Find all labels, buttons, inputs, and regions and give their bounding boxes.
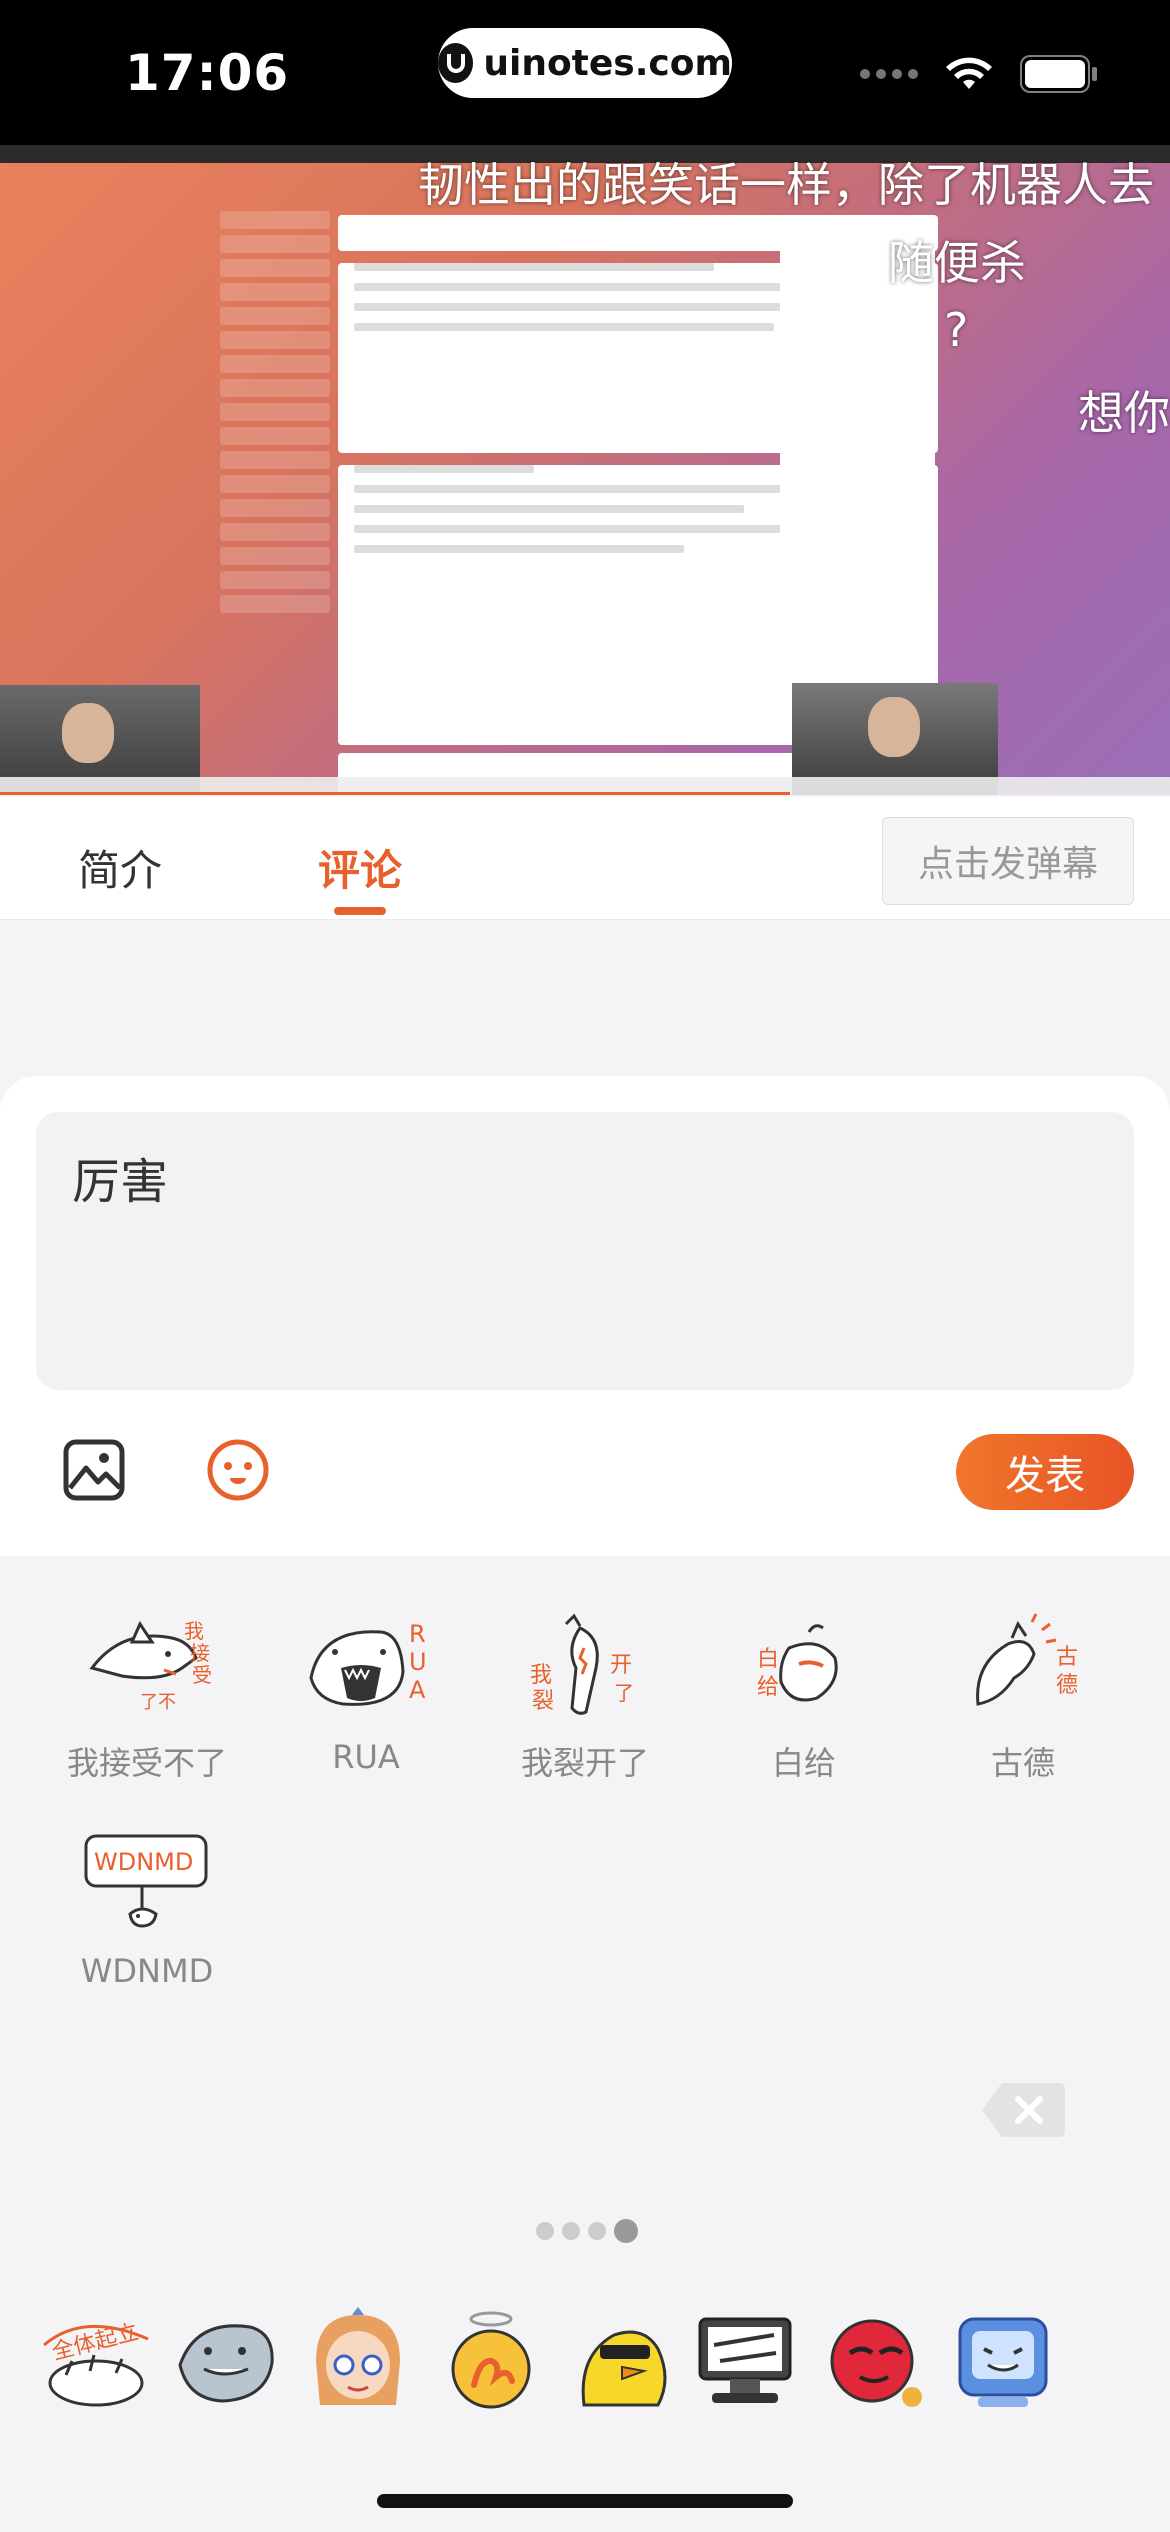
svg-text:U: U	[409, 1648, 427, 1676]
status-bar: 17:06 uinotes.com	[0, 0, 1170, 145]
sticker-label: WDNMD	[80, 1952, 214, 1990]
danmaku-text: 想你	[1078, 386, 1170, 440]
svg-text:德: 德	[1056, 1673, 1078, 1698]
send-danmaku-button[interactable]: 点击发弹幕	[882, 817, 1134, 905]
svg-text:A: A	[409, 1676, 426, 1704]
duck-pack-icon[interactable]	[566, 2305, 676, 2415]
red-ball-pack-icon[interactable]	[820, 2305, 930, 2415]
comment-input-text: 厉害	[72, 1154, 169, 1210]
tv-pack-icon[interactable]	[948, 2305, 1058, 2415]
url-pill[interactable]: uinotes.com	[438, 28, 732, 98]
image-picker-icon[interactable]	[62, 1438, 126, 1502]
svg-text:我: 我	[184, 1619, 204, 1643]
svg-text:受: 受	[192, 1663, 212, 1687]
wifi-icon	[946, 57, 992, 89]
svg-text:裂: 裂	[532, 1689, 554, 1714]
comment-panel: 厉害 发表	[0, 1076, 1170, 1556]
emoji-picker-icon[interactable]	[206, 1438, 270, 1502]
all-up-pack-icon[interactable]: 全体起立	[36, 2305, 149, 2415]
svg-text:了: 了	[614, 1681, 634, 1705]
sticker-label: RUA	[332, 1738, 400, 1776]
svg-text:开: 开	[610, 1653, 632, 1678]
svg-text:白: 白	[757, 1647, 779, 1672]
comment-input[interactable]: 厉害	[36, 1112, 1134, 1390]
clock: 17:06	[125, 44, 290, 102]
sticker-item[interactable]: 古 德 古德	[923, 1608, 1123, 1784]
halo-pack-icon[interactable]	[436, 2305, 546, 2415]
sticker-label: 白给	[771, 1744, 836, 1782]
svg-text:WDNMD: WDNMD	[94, 1848, 193, 1876]
send-comment-button[interactable]: 发表	[956, 1434, 1134, 1510]
danmaku-text: ?	[944, 303, 969, 357]
battery-icon	[1020, 55, 1097, 93]
svg-text:接: 接	[190, 1641, 210, 1665]
shark-rua-sticker-icon: R U A	[309, 1620, 427, 1706]
tab-bar: 简介 评论 点击发弹幕	[0, 797, 1170, 920]
video-progress-bar[interactable]	[0, 792, 790, 795]
sticker-item[interactable]: R U A RUA	[266, 1608, 466, 1776]
sticker-label: 我接受不了	[66, 1744, 227, 1782]
tab-intro[interactable]: 简介	[78, 837, 162, 898]
site-logo-icon	[438, 43, 474, 83]
video-right-column-graphic	[780, 245, 935, 679]
backspace-icon[interactable]	[980, 2081, 1066, 2139]
girl-pack-icon[interactable]	[302, 2305, 412, 2415]
status-icons	[860, 55, 1100, 93]
svg-text:R: R	[409, 1620, 426, 1648]
shark-free-sticker-icon: 白 给	[757, 1624, 838, 1702]
sticker-item[interactable]: 白 给 白给	[704, 1608, 904, 1784]
video-player[interactable]: 韧性出的跟笑话一样，除了机器人去 随便杀 ? 想你	[0, 145, 1170, 795]
shark-good-sticker-icon: 古 德	[976, 1613, 1078, 1706]
signal-icon	[860, 69, 918, 79]
sticker-label: 我裂开了	[520, 1744, 649, 1782]
sticker-pack-bar: 全体起立	[0, 2283, 1170, 2443]
svg-text:给: 给	[757, 1675, 779, 1700]
svg-text:古: 古	[1056, 1645, 1078, 1670]
tab-comment[interactable]: 评论	[318, 837, 402, 898]
sticker-item[interactable]: WDNMD WDNMD	[47, 1822, 247, 1990]
sticker-item[interactable]: 我 接 受 了不 我接受不了	[47, 1608, 247, 1784]
url-text: uinotes.com	[483, 42, 732, 84]
shark-crack-sticker-icon: 我 裂 开 了	[530, 1613, 634, 1715]
sticker-label: 古德	[990, 1744, 1055, 1782]
svg-text:我: 我	[530, 1663, 552, 1688]
sticker-item[interactable]: 我 裂 开 了 我裂开了	[485, 1608, 685, 1784]
shark-wdnmd-sticker-icon: WDNMD	[84, 1834, 208, 1928]
danmaku-text: 随便杀	[888, 236, 1026, 290]
sticker-panel: 我 接 受 了不 我接受不了 R U A RUA 我 裂 开 了 我裂开了 白 …	[0, 1556, 1170, 2532]
shark-cant-accept-sticker-icon: 我 接 受 了不	[89, 1619, 212, 1713]
svg-text:了不: 了不	[140, 1692, 176, 1713]
home-indicator[interactable]	[377, 2494, 793, 2508]
video-sidebar-graphic	[220, 205, 330, 725]
shark-pack-icon[interactable]	[170, 2305, 280, 2415]
danmaku-text: 韧性出的跟笑话一样，除了机器人去	[418, 158, 1154, 212]
active-tab-indicator	[334, 907, 386, 915]
computer-pack-icon[interactable]	[690, 2305, 800, 2415]
sticker-page-indicator	[536, 2219, 638, 2243]
